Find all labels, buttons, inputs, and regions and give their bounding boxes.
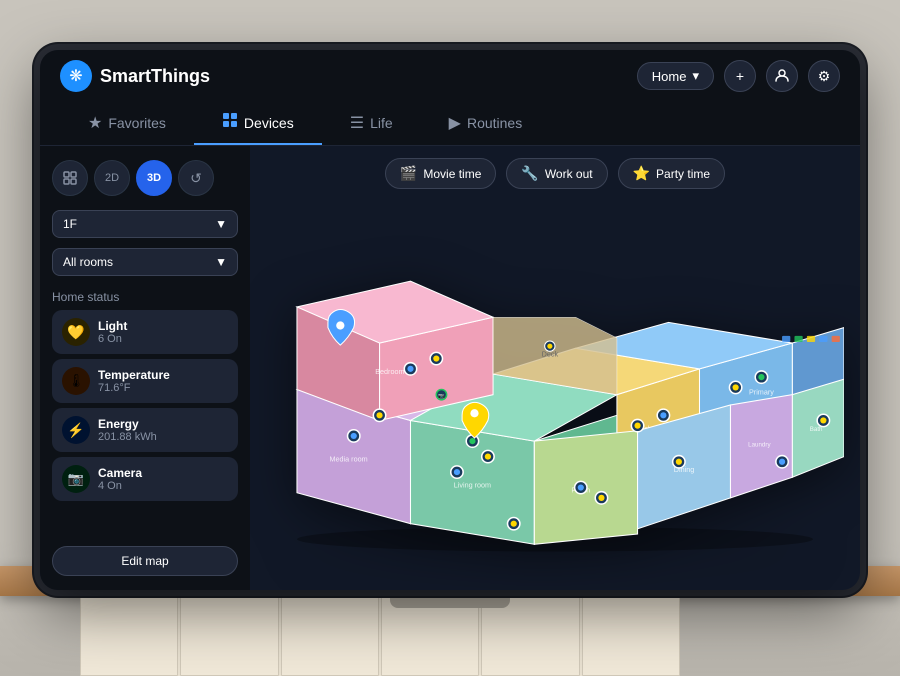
life-icon: ☰ — [350, 113, 364, 133]
grid-view-button[interactable] — [52, 160, 88, 196]
svg-text:Primary: Primary — [749, 388, 774, 397]
devices-icon — [222, 112, 238, 133]
edit-map-button[interactable]: Edit map — [52, 546, 238, 576]
energy-name: Energy — [98, 417, 157, 431]
app-name: SmartThings — [100, 66, 210, 87]
room-arrow-icon: ▼ — [215, 255, 227, 269]
movie-time-button[interactable]: 🎬 Movie time — [385, 158, 496, 189]
svg-text:Living room: Living room — [454, 481, 491, 490]
home-label: Home — [652, 69, 687, 84]
3d-label: 3D — [147, 172, 161, 184]
history-icon: ↺ — [190, 170, 202, 187]
light-value: 6 On — [98, 333, 127, 345]
favorites-icon: ★ — [88, 113, 102, 133]
floor-select[interactable]: 1F ▼ — [52, 210, 238, 238]
temperature-text: Temperature 71.6°F — [98, 368, 170, 394]
tab-life[interactable]: ☰ Life — [322, 103, 421, 145]
home-status-label: Home status — [52, 290, 238, 304]
svg-text:Media room: Media room — [330, 455, 368, 464]
2d-view-button[interactable]: 2D — [94, 160, 130, 196]
light-icon: 💛 — [62, 318, 90, 346]
svg-text:Laundry: Laundry — [748, 441, 771, 448]
party-icon: ⭐ — [633, 165, 650, 182]
tab-favorites-label: Favorites — [108, 115, 166, 131]
camera-value: 4 On — [98, 480, 142, 492]
temperature-value: 71.6°F — [98, 382, 170, 394]
energy-text: Energy 201.88 kWh — [98, 417, 157, 443]
camera-name: Camera — [98, 466, 142, 480]
tab-devices-label: Devices — [244, 115, 294, 131]
room-select[interactable]: All rooms ▼ — [52, 248, 238, 276]
app-logo-icon: ❋ — [60, 60, 92, 92]
svg-text:📷: 📷 — [438, 394, 445, 400]
add-button[interactable]: + — [724, 60, 756, 92]
home-status-section: Home status 💛 Light 6 On 🌡 — [52, 286, 238, 501]
movie-icon: 🎬 — [400, 165, 417, 182]
add-icon: + — [736, 68, 744, 84]
main-content: 2D 3D ↺ 1F ▼ All rooms ▼ Home — [40, 146, 860, 590]
history-view-button[interactable]: ↺ — [178, 160, 214, 196]
home-dropdown-icon: ▾ — [692, 68, 699, 84]
settings-button[interactable]: ⚙ — [808, 60, 840, 92]
room-value: All rooms — [63, 255, 113, 269]
energy-status[interactable]: ⚡ Energy 201.88 kWh — [52, 408, 238, 452]
floor-value: 1F — [63, 217, 77, 231]
tab-favorites[interactable]: ★ Favorites — [60, 103, 194, 145]
map-area: 🎬 Movie time 🔧 Work out ⭐ Party time — [250, 146, 860, 590]
routines-icon: ▶ — [449, 113, 461, 133]
app-header: ❋ SmartThings Home ▾ + ⚙ — [40, 50, 860, 102]
view-controls: 2D 3D ↺ — [52, 160, 238, 196]
scene-buttons: 🎬 Movie time 🔧 Work out ⭐ Party time — [266, 158, 844, 189]
movie-time-label: Movie time — [423, 167, 481, 181]
floor-plan-svg: Media room Living room Kitchen — [266, 201, 844, 578]
svg-text:Bedroom: Bedroom — [375, 367, 404, 376]
profile-button[interactable] — [766, 60, 798, 92]
workout-icon: 🔧 — [521, 165, 538, 182]
party-time-button[interactable]: ⭐ Party time — [618, 158, 725, 189]
logo-area: ❋ SmartThings — [60, 60, 637, 92]
temperature-status[interactable]: 🌡 Temperature 71.6°F — [52, 359, 238, 403]
energy-icon: ⚡ — [62, 416, 90, 444]
2d-label: 2D — [105, 172, 119, 184]
work-out-button[interactable]: 🔧 Work out — [506, 158, 607, 189]
camera-text: Camera 4 On — [98, 466, 142, 492]
camera-status[interactable]: 📷 Camera 4 On — [52, 457, 238, 501]
energy-value: 201.88 kWh — [98, 431, 157, 443]
light-name: Light — [98, 319, 127, 333]
tab-devices[interactable]: Devices — [194, 102, 322, 145]
tv-stand — [390, 590, 510, 608]
home-selector[interactable]: Home ▾ — [637, 62, 714, 90]
tab-routines[interactable]: ▶ Routines — [421, 103, 551, 145]
tab-routines-label: Routines — [467, 115, 522, 131]
work-out-label: Work out — [545, 167, 593, 181]
temperature-icon: 🌡 — [62, 367, 90, 395]
light-text: Light 6 On — [98, 319, 127, 345]
tab-life-label: Life — [370, 115, 393, 131]
temperature-name: Temperature — [98, 368, 170, 382]
profile-icon — [775, 68, 789, 85]
light-status[interactable]: 💛 Light 6 On — [52, 310, 238, 354]
header-controls: Home ▾ + ⚙ — [637, 60, 840, 92]
camera-icon: 📷 — [62, 465, 90, 493]
party-time-label: Party time — [656, 167, 710, 181]
settings-icon: ⚙ — [818, 68, 831, 85]
3d-view-button[interactable]: 3D — [136, 160, 172, 196]
nav-tabs: ★ Favorites Devices ☰ Life ▶ Routines — [40, 102, 860, 146]
tv-frame: ❋ SmartThings Home ▾ + ⚙ — [40, 50, 860, 590]
sidebar: 2D 3D ↺ 1F ▼ All rooms ▼ Home — [40, 146, 250, 590]
floor-arrow-icon: ▼ — [215, 217, 227, 231]
floor-plan-container: Media room Living room Kitchen — [266, 201, 844, 578]
